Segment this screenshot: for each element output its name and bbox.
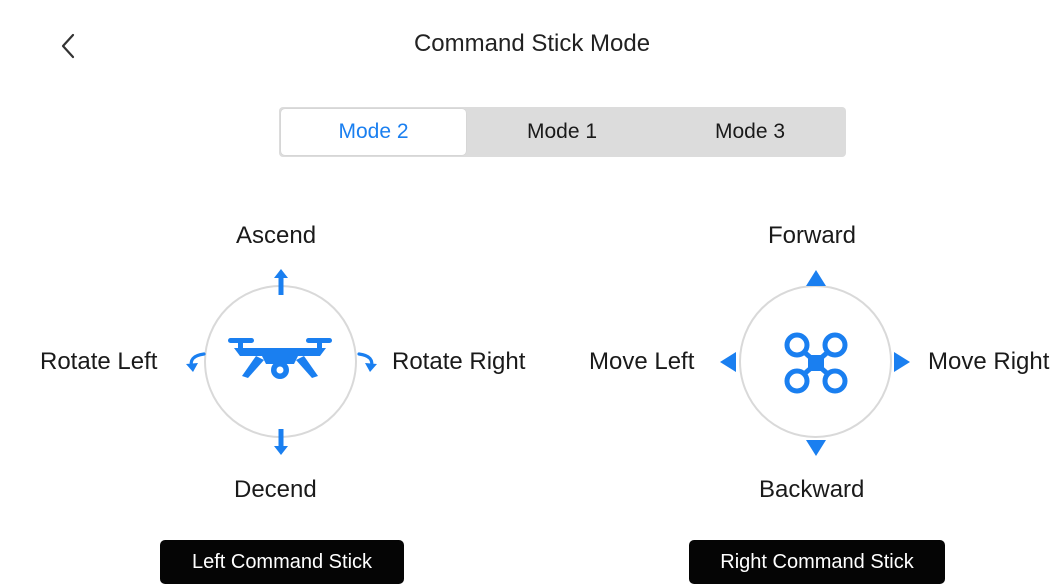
rotate-left-label: Rotate Left (40, 348, 158, 375)
mode-tab-1[interactable]: Mode 1 (469, 107, 655, 157)
rotate-left-icon (186, 352, 206, 372)
decend-label: Decend (234, 476, 317, 503)
backward-label: Backward (759, 476, 865, 503)
mode-segmented-control: Mode 2 Mode 1 Mode 3 (279, 107, 846, 157)
drone-top-view-icon (784, 332, 848, 394)
move-right-label: Move Right (928, 348, 1050, 375)
move-left-arrow-icon (720, 352, 736, 372)
backward-arrow-icon (806, 440, 826, 456)
page-title: Command Stick Mode (413, 30, 651, 57)
move-left-label: Move Left (589, 348, 695, 375)
descend-arrow-icon (274, 429, 288, 455)
forward-label: Forward (768, 222, 857, 249)
right-command-stick-caption: Right Command Stick (689, 540, 945, 584)
drone-side-view-icon (228, 338, 332, 379)
mode-tab-3[interactable]: Mode 3 (657, 107, 843, 157)
left-command-stick-caption: Left Command Stick (160, 540, 404, 584)
rotate-right-label: Rotate Right (392, 348, 526, 375)
mode-tab-2[interactable]: Mode 2 (281, 109, 466, 155)
ascend-label: Ascend (236, 222, 317, 249)
rotate-right-icon (357, 352, 377, 372)
move-right-arrow-icon (894, 352, 910, 372)
ascend-arrow-icon (274, 269, 288, 295)
forward-arrow-icon (806, 270, 826, 286)
